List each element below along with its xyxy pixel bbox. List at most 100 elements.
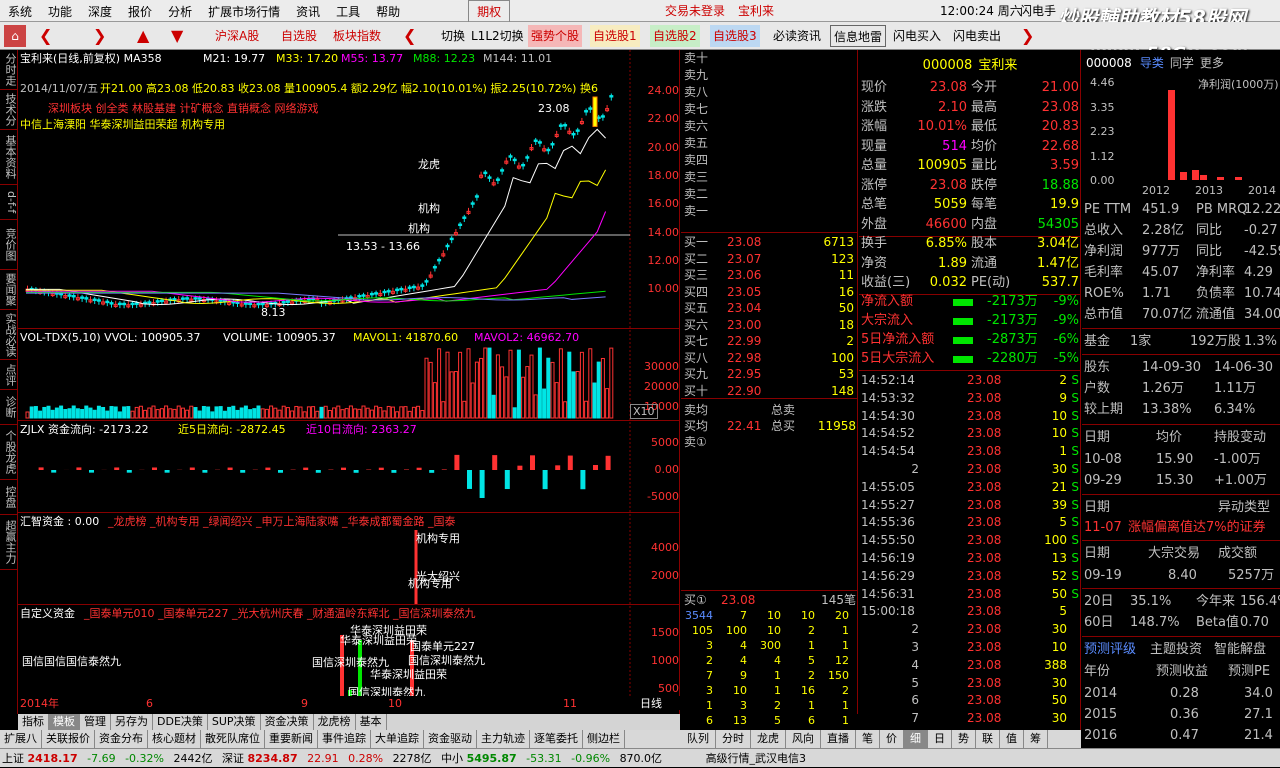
switch-button[interactable]: 切换 xyxy=(438,25,468,47)
info-mine-button[interactable]: 信息地雷 xyxy=(830,25,886,47)
bottom-tab-0[interactable]: 扩展八 xyxy=(0,730,42,748)
buy-row-7[interactable]: 买八22.98100 xyxy=(681,350,858,366)
quote-tab-2[interactable]: 龙虎 xyxy=(751,730,786,748)
up-arrow-icon[interactable]: ▲ xyxy=(134,25,152,47)
menu-item-6[interactable]: 资讯 xyxy=(288,1,328,23)
left-tab-6[interactable]: 实战必读 xyxy=(0,310,18,360)
left-tab-3[interactable]: d-f-f xyxy=(0,185,18,220)
forecast-tab-0[interactable]: 预测评级 xyxy=(1084,642,1136,658)
f10-tab-2[interactable]: 同学 xyxy=(1164,56,1194,70)
menu-item-1[interactable]: 功能 xyxy=(40,1,80,23)
menu-item-4[interactable]: 分析 xyxy=(160,1,200,23)
chart-tab-1[interactable]: 模板 xyxy=(49,714,80,730)
menu-item-8[interactable]: 帮助 xyxy=(368,1,408,23)
quote-tab-1[interactable]: 分时 xyxy=(716,730,751,748)
menu-item-5[interactable]: 扩展市场行情 xyxy=(200,1,288,23)
left-tab-4[interactable]: 竞价图 xyxy=(0,220,18,270)
left-tab-11[interactable]: 超赢主力 xyxy=(0,515,18,570)
login-status[interactable]: 交易未登录 xyxy=(665,0,725,22)
prev-arrow-icon[interactable]: ❮ xyxy=(400,25,419,47)
must-read-button[interactable]: 必读资讯 xyxy=(770,25,824,47)
flash-trade-menu[interactable]: 闪电手 xyxy=(1020,0,1056,22)
forecast-tab-2[interactable]: 智能解盘 xyxy=(1214,642,1266,658)
zdy-label-4: 国泰单元227 xyxy=(410,640,475,653)
left-tab-8[interactable]: 诊断 xyxy=(0,390,18,425)
buy-row-3[interactable]: 买四23.0516 xyxy=(681,284,858,300)
kline-chart-area[interactable]: 宝利来(日线,前复权) MA358 M21: 19.77 M33: 17.20 … xyxy=(18,50,680,714)
quote-tab-0[interactable]: 队列 xyxy=(681,730,716,748)
period-label[interactable]: 日线 xyxy=(640,697,662,710)
bottom-tab-1[interactable]: 关联报价 xyxy=(42,730,95,748)
buy-row-5[interactable]: 买六23.0018 xyxy=(681,317,858,333)
back-arrow-icon[interactable]: ❮ xyxy=(36,25,55,47)
quote-tab-11[interactable]: 值 xyxy=(1000,730,1024,748)
f10-tab-3[interactable]: 更多 xyxy=(1194,56,1224,70)
quote-tab-9[interactable]: 势 xyxy=(952,730,976,748)
more-arrow-icon[interactable]: ❯ xyxy=(1018,25,1037,47)
quote-tab-6[interactable]: 价 xyxy=(880,730,904,748)
bottom-tab-8[interactable]: 资金驱动 xyxy=(424,730,477,748)
buy-row-8[interactable]: 买九22.9553 xyxy=(681,366,858,382)
left-tab-1[interactable]: 技术分析 xyxy=(0,90,18,130)
quote-tab-4[interactable]: 直播 xyxy=(821,730,856,748)
tab-strong-stocks[interactable]: 强势个股 xyxy=(528,25,582,47)
flash-buy-button[interactable]: 闪电买入 xyxy=(890,25,944,47)
left-tab-5[interactable]: 要闻聚合 xyxy=(0,270,18,310)
down-arrow-icon[interactable]: ▼ xyxy=(168,25,186,47)
chart-tab-7[interactable]: 龙虎榜 xyxy=(314,714,356,730)
chart-tab-5[interactable]: SUP决策 xyxy=(208,714,261,730)
bottom-tab-5[interactable]: 重要新闻 xyxy=(265,730,318,748)
left-tab-7[interactable]: 点评 xyxy=(0,360,18,390)
buy-row-4[interactable]: 买五23.0450 xyxy=(681,300,858,316)
forecast-tab-1[interactable]: 主题投资 xyxy=(1150,642,1202,658)
chart-tab-8[interactable]: 基本 xyxy=(356,714,387,730)
flash-sell-button[interactable]: 闪电卖出 xyxy=(950,25,1004,47)
quote-tab-7[interactable]: 细 xyxy=(904,730,928,748)
bottom-tab-9[interactable]: 主力轨迹 xyxy=(477,730,530,748)
buy-row-0[interactable]: 买一23.086713 xyxy=(681,234,858,250)
bottom-tab-10[interactable]: 逐笔委托 xyxy=(530,730,583,748)
bottom-tab-7[interactable]: 大单追踪 xyxy=(371,730,424,748)
tab-hs-a[interactable]: 沪深A股 xyxy=(212,25,262,47)
buy-row-6[interactable]: 买七22.992 xyxy=(681,333,858,349)
chart-tab-0[interactable]: 指标 xyxy=(18,714,49,730)
tab-sector-index[interactable]: 板块指数 xyxy=(330,25,384,47)
bottom-tab-11[interactable]: 侧边栏 xyxy=(583,730,625,748)
bottom-tab-4[interactable]: 散死队席位 xyxy=(201,730,265,748)
q-label: 总笔 xyxy=(861,197,887,213)
server-label[interactable]: 高级行情_武汉电信3 xyxy=(666,752,807,765)
menu-item-7[interactable]: 工具 xyxy=(328,1,368,23)
chart-tab-6[interactable]: 资金决策 xyxy=(261,714,314,730)
forward-arrow-icon[interactable]: ❯ xyxy=(90,25,109,47)
quote-tab-5[interactable]: 笔 xyxy=(856,730,880,748)
tab-watchlist-2[interactable]: 自选股2 xyxy=(650,25,700,47)
l1l2-switch-button[interactable]: L1L2切换 xyxy=(468,25,527,47)
chart-tab-3[interactable]: 另存为 xyxy=(111,714,153,730)
quote-tab-8[interactable]: 日 xyxy=(928,730,952,748)
quote-tab-10[interactable]: 联 xyxy=(976,730,1000,748)
chart-tab-4[interactable]: DDE决策 xyxy=(153,714,208,730)
left-tab-2[interactable]: 基本资料 xyxy=(0,130,18,185)
bottom-tab-6[interactable]: 事件追踪 xyxy=(318,730,371,748)
menu-item-9[interactable]: 期权 xyxy=(468,0,510,24)
left-tab-10[interactable]: 控盘度 xyxy=(0,480,18,515)
menu-item-2[interactable]: 深度 xyxy=(80,1,120,23)
chart-tab-2[interactable]: 管理 xyxy=(80,714,111,730)
quote-tab-3[interactable]: 风向 xyxy=(786,730,821,748)
left-tab-0[interactable]: 分时走势 xyxy=(0,50,18,90)
tab-watchlist-1[interactable]: 自选股1 xyxy=(590,25,640,47)
quote-tab-12[interactable]: 筹 xyxy=(1024,730,1048,748)
buy-row-9[interactable]: 买十22.90148 xyxy=(681,383,858,399)
tab-watchlist[interactable]: 自选股 xyxy=(278,25,320,47)
home-icon[interactable]: ⌂ xyxy=(4,25,26,47)
buy-row-1[interactable]: 买二23.07123 xyxy=(681,251,858,267)
f10-tab-1[interactable]: 导类 xyxy=(1132,56,1164,70)
bottom-tab-2[interactable]: 资金分布 xyxy=(95,730,148,748)
buy-row-2[interactable]: 买三23.0611 xyxy=(681,267,858,283)
bottom-tab-3[interactable]: 核心题材 xyxy=(148,730,201,748)
flow-bar xyxy=(379,468,384,470)
menu-item-3[interactable]: 报价 xyxy=(120,1,160,23)
left-tab-9[interactable]: 个股龙虎 xyxy=(0,425,18,480)
menu-item-0[interactable]: 系统 xyxy=(0,1,40,23)
tab-watchlist-3[interactable]: 自选股3 xyxy=(710,25,760,47)
